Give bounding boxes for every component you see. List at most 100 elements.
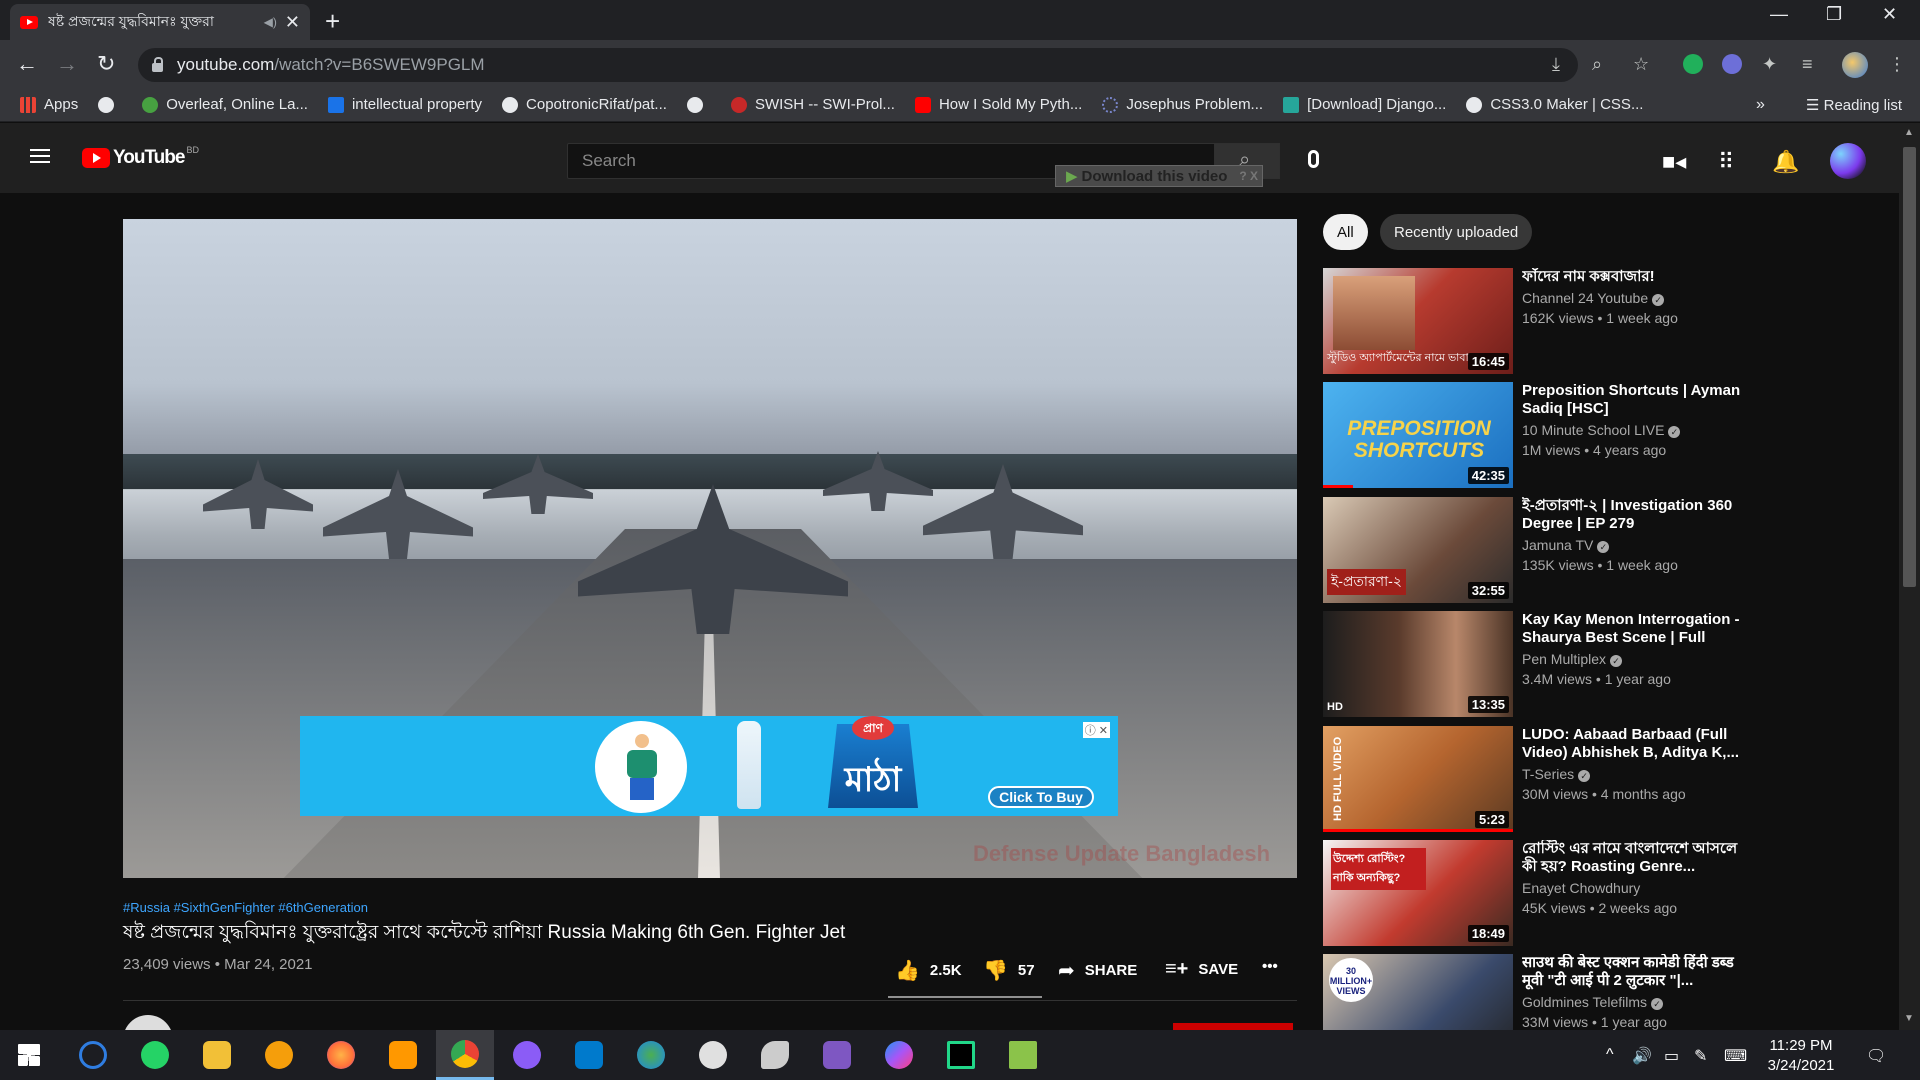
bookmark-item[interactable]: CSS3.0 Maker | CSS... [1466,96,1643,113]
grammarly-extension-icon[interactable] [1683,54,1703,74]
taskbar-app[interactable] [250,1030,308,1080]
video-thumbnail[interactable]: উদ্দেশ্য রোস্টিং? নাকি অন্যকিছু? 18:49 [1323,840,1513,946]
keyboard-icon[interactable]: ⌨ [1724,1046,1747,1066]
media-queue-icon[interactable]: ≡ [1802,54,1813,75]
reading-list-button[interactable]: ☰ Reading list [1806,96,1902,114]
extension-icon[interactable] [1722,54,1742,74]
suggested-title[interactable]: LUDO: Aabaad Barbaad (Full Video) Abhish… [1522,726,1752,762]
zoom-icon[interactable]: ⌕ [1592,54,1602,75]
dislike-button[interactable]: 👎 57 [983,958,1035,983]
taskbar-app[interactable] [746,1030,804,1080]
taskbar-app[interactable] [374,1030,432,1080]
lock-icon[interactable] [152,56,163,72]
more-bookmarks-icon[interactable]: » [1756,96,1765,114]
bookmark-item[interactable]: [Download] Django... [1283,96,1446,113]
bookmark-item[interactable]: SWISH -- SWI-Prol... [730,96,895,113]
suggested-channel[interactable]: 10 Minute School LIVE ✓ [1522,422,1681,438]
page-scrollbar[interactable]: ▲ ▼ [1899,123,1920,1030]
scrollbar-thumb[interactable] [1903,147,1916,587]
suggested-title[interactable]: ফাঁদের নাম কক্সবাজার! [1522,268,1752,286]
download-extension-controls[interactable]: ? X [1239,169,1262,183]
install-app-icon[interactable]: ⤓ [1552,54,1560,75]
ad-cta-button[interactable]: Click To Buy [988,786,1094,808]
suggested-title[interactable]: রোস্টিং এর নামে বাংলাদেশে আসলে কী হয়? R… [1522,840,1752,876]
video-thumbnail[interactable]: স্টুডিও অ্যাপার্টমেন্টের নামে ভাবা 16:45 [1323,268,1513,374]
minimize-icon[interactable]: — [1770,4,1788,25]
volume-icon[interactable]: 🔊 [1632,1046,1652,1066]
taskbar-app[interactable] [932,1030,990,1080]
system-clock[interactable]: 11:29 PM 3/24/2021 [1756,1036,1846,1076]
suggested-channel[interactable]: Jamuna TV ✓ [1522,537,1610,553]
taskbar-app[interactable] [994,1030,1052,1080]
suggested-video[interactable]: PREPOSITION SHORTCUTS 42:35 Preposition … [1323,382,1763,490]
bookmark-item[interactable]: CopotronicRifat/pat... [502,96,667,113]
like-button[interactable]: 👍 2.5K [895,958,962,983]
taskbar-app-active[interactable] [436,1030,494,1080]
profile-avatar[interactable] [1842,52,1868,78]
address-bar[interactable]: youtube.com/watch?v=B6SWEW9PGLM [138,48,1578,82]
forward-arrow-icon[interactable]: → [56,51,78,77]
suggested-channel[interactable]: Pen Multiplex ✓ [1522,651,1623,667]
suggested-video[interactable]: HD 13:35 Kay Kay Menon Interrogation - S… [1323,611,1763,719]
network-icon[interactable]: ▭ [1664,1046,1679,1066]
suggested-channel[interactable]: T-Series ✓ [1522,766,1591,782]
taskbar-app[interactable] [64,1030,122,1080]
scroll-up-icon[interactable]: ▲ [1904,127,1914,138]
new-tab-button[interactable]: + [325,6,340,37]
active-tab[interactable]: ষষ্ট প্রজন্মের যুদ্ধবিমানঃ যুক্তরা ◀) ✕ [10,4,310,40]
video-thumbnail[interactable]: HD FULL VIDEO 5:23 [1323,726,1513,832]
taskbar-app[interactable] [560,1030,618,1080]
start-button[interactable] [0,1030,58,1080]
taskbar-app[interactable] [312,1030,370,1080]
notifications-bell-icon[interactable]: 🔔 [1772,149,1799,175]
taskbar-app[interactable] [684,1030,742,1080]
account-avatar[interactable] [1830,143,1866,179]
youtube-logo[interactable]: YouTube BD [82,145,199,169]
apps-grid-icon[interactable]: ⠿ [1718,149,1734,175]
bookmark-item[interactable] [686,96,711,113]
tab-close-icon[interactable]: ✕ [285,12,300,33]
bookmark-item[interactable]: Josephus Problem... [1102,96,1263,113]
suggested-video[interactable]: স্টুডিও অ্যাপার্টমেন্টের নামে ভাবা 16:45… [1323,268,1763,376]
taskbar-app[interactable] [870,1030,928,1080]
puzzle-extensions-icon[interactable]: ✦ [1762,54,1777,75]
maximize-icon[interactable]: ❐ [1826,4,1842,25]
suggested-title[interactable]: ই-প্রতারণা-২ | Investigation 360 Degree … [1522,497,1752,533]
bookmark-item[interactable]: intellectual property [327,96,482,113]
ad-close-icon[interactable]: ⓘ ✕ [1082,722,1110,738]
video-thumbnail[interactable]: HD 13:35 [1323,611,1513,717]
taskbar-app[interactable] [808,1030,866,1080]
video-thumbnail[interactable]: ই-প্রতারণা-২ 32:55 [1323,497,1513,603]
bookmark-item[interactable] [98,96,122,113]
back-arrow-icon[interactable]: ← [16,51,38,77]
window-close-icon[interactable]: ✕ [1882,4,1897,25]
video-hashtags[interactable]: #Russia #SixthGenFighter #6thGeneration [123,900,368,915]
pen-icon[interactable]: ✎ [1694,1046,1707,1066]
suggested-video[interactable]: ই-প্রতারণা-২ 32:55 ই-প্রতারণা-২ | Invest… [1323,497,1763,605]
suggested-channel[interactable]: Channel 24 Youtube ✓ [1522,290,1665,306]
download-extension-bar[interactable]: ▶ Download this video ? X [1055,165,1263,187]
reload-icon[interactable]: ↻ [97,51,115,77]
taskbar-app[interactable] [188,1030,246,1080]
menu-hamburger-icon[interactable] [30,149,50,151]
video-thumbnail[interactable]: PREPOSITION SHORTCUTS 42:35 [1323,382,1513,488]
bookmark-item[interactable]: How I Sold My Pyth... [914,96,1082,113]
create-video-icon[interactable]: ■◂ [1662,149,1686,175]
taskbar-app[interactable] [622,1030,680,1080]
overlay-ad[interactable]: মাঠা প্রাণ Click To Buy ⓘ ✕ [300,716,1118,816]
tab-audio-icon[interactable]: ◀) [264,15,277,29]
chrome-menu-icon[interactable]: ⋮ [1888,54,1906,75]
chip-all[interactable]: All [1323,214,1368,250]
suggested-title[interactable]: साउथ की बेस्ट एक्शन कामेडी हिंदी डब्ड मू… [1522,954,1752,990]
bookmark-apps[interactable]: Apps [20,96,78,113]
share-button[interactable]: ➦ SHARE [1058,958,1137,983]
scroll-down-icon[interactable]: ▼ [1904,1013,1914,1024]
suggested-video[interactable]: উদ্দেশ্য রোস্টিং? নাকি অন্যকিছু? 18:49 র… [1323,840,1763,948]
suggested-channel[interactable]: Goldmines Telefilms ✓ [1522,994,1664,1010]
tray-chevron-icon[interactable]: ^ [1606,1046,1614,1064]
more-actions-button[interactable]: ••• [1262,958,1278,975]
notifications-icon[interactable]: 🗨 [1866,1046,1886,1066]
bookmark-star-icon[interactable]: ☆ [1633,54,1649,75]
save-button[interactable]: ≡+ SAVE [1165,958,1238,981]
suggested-title[interactable]: Kay Kay Menon Interrogation - Shaurya Be… [1522,611,1752,647]
